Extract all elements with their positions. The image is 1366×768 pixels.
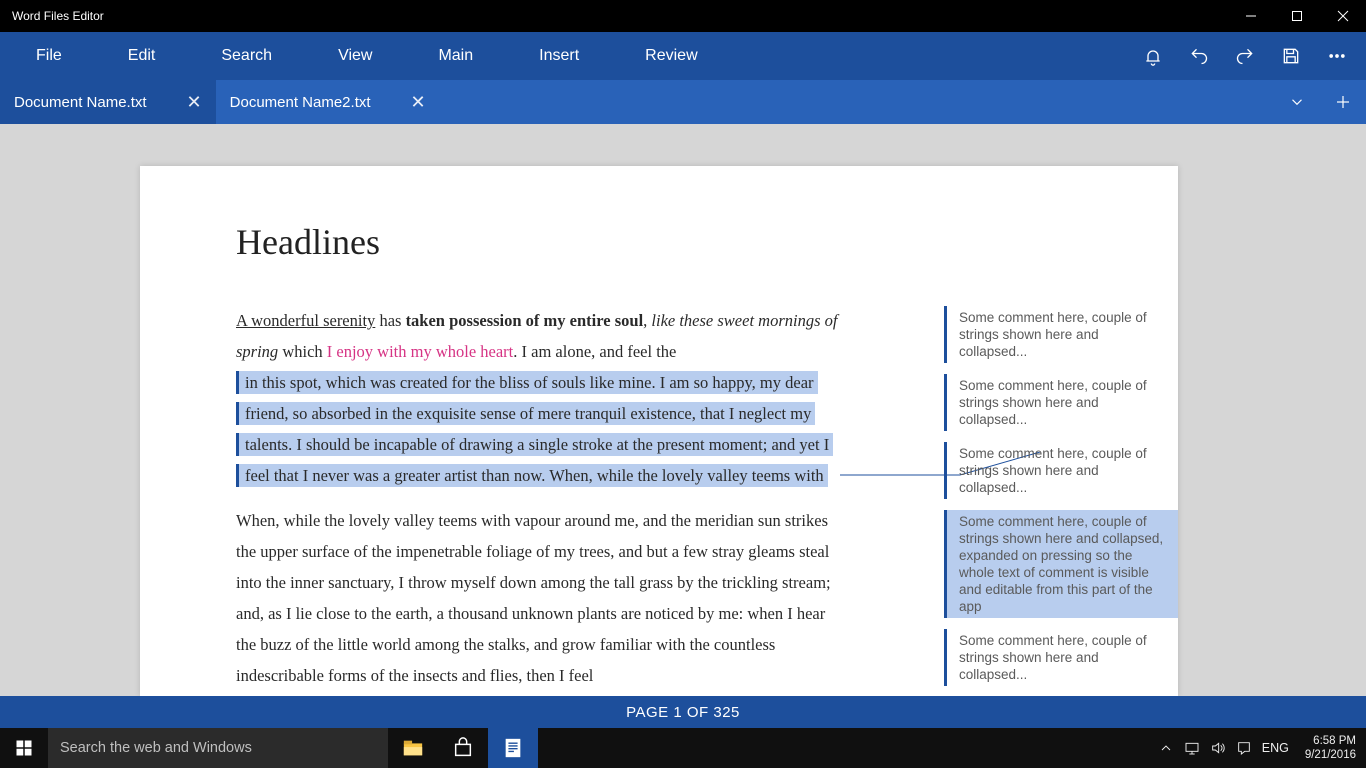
document-tab-label: Document Name.txt [14,94,147,111]
text: which [278,342,327,361]
comment-item[interactable]: Some comment here, couple of strings sho… [944,374,1178,431]
close-button[interactable] [1320,0,1366,32]
status-bar: PAGE 1 OF 325 [0,696,1366,728]
editor-workarea: Headlines A wonderful serenity has taken… [0,124,1366,696]
undo-button[interactable] [1176,32,1222,80]
comment-item[interactable]: Some comment here, couple of strings sho… [944,442,1178,499]
text-selection[interactable]: in this spot, which was created for the … [236,371,833,487]
text: has [375,311,405,330]
document-tab-bar: Document Name.txt ✕ Document Name2.txt ✕ [0,80,1366,124]
comment-item[interactable]: Some comment here, couple of strings sho… [944,306,1178,363]
comment-item[interactable]: Some comment here, couple of strings sho… [944,629,1178,686]
document-heading: Headlines [236,221,838,263]
text-colored: I enjoy with my whole heart [327,342,514,361]
system-tray: ENG 6:58 PM 9/21/2016 [1158,728,1366,768]
comment-item-expanded[interactable]: Some comment here, couple of strings sho… [944,510,1178,618]
menu-bar: File Edit Search View Main Insert Review [0,32,1366,80]
text-underlined: A wonderful serenity [236,311,375,330]
menu-search[interactable]: Search [185,32,302,80]
page-indicator: PAGE 1 OF 325 [626,704,740,721]
start-button[interactable] [0,728,48,768]
menu-file[interactable]: File [0,32,92,80]
bell-icon[interactable] [1130,32,1176,80]
document-paragraph[interactable]: When, while the lovely valley teems with… [236,505,838,691]
menu-main[interactable]: Main [402,32,503,80]
taskbar-store-icon[interactable] [438,728,488,768]
comment-text: Some comment here, couple of strings sho… [959,310,1147,359]
comment-text: Some comment here, couple of strings sho… [959,514,1163,614]
document-tab[interactable]: Document Name.txt ✕ [0,80,216,124]
comment-text: Some comment here, couple of strings sho… [959,446,1147,495]
menu-edit[interactable]: Edit [92,32,186,80]
comment-text: Some comment here, couple of strings sho… [959,633,1147,682]
taskbar-search-input[interactable]: Search the web and Windows [48,728,388,768]
tray-volume-icon[interactable] [1210,740,1226,756]
document-tab[interactable]: Document Name2.txt ✕ [216,80,440,124]
tray-date: 9/21/2016 [1305,748,1356,762]
taskbar-app-icon[interactable] [488,728,538,768]
tray-notifications-icon[interactable] [1236,740,1252,756]
tray-network-icon[interactable] [1184,740,1200,756]
text-bold: taken possession of my entire soul [406,311,644,330]
app-title: Word Files Editor [12,9,104,23]
tray-time: 6:58 PM [1305,734,1356,748]
close-icon[interactable]: ✕ [187,92,202,113]
search-placeholder: Search the web and Windows [60,740,252,756]
text-selected: in this spot, which was created for the … [236,371,833,487]
document-tab-label: Document Name2.txt [230,94,371,111]
new-tab-button[interactable] [1320,80,1366,124]
taskbar-file-explorer-icon[interactable] [388,728,438,768]
window-titlebar: Word Files Editor [0,0,1366,32]
tray-language[interactable]: ENG [1262,741,1289,755]
minimize-button[interactable] [1228,0,1274,32]
tabs-dropdown-button[interactable] [1274,80,1320,124]
redo-button[interactable] [1222,32,1268,80]
menu-review[interactable]: Review [609,32,727,80]
windows-taskbar: Search the web and Windows ENG 6:58 PM 9… [0,728,1366,768]
document-paragraph[interactable]: A wonderful serenity has taken possessio… [236,305,838,491]
tray-clock[interactable]: 6:58 PM 9/21/2016 [1299,734,1362,762]
menu-view[interactable]: View [302,32,402,80]
document-page[interactable]: Headlines A wonderful serenity has taken… [140,166,1178,696]
tray-chevron-up-icon[interactable] [1158,740,1174,756]
more-icon[interactable] [1314,32,1360,80]
comment-text: Some comment here, couple of strings sho… [959,378,1147,427]
menu-insert[interactable]: Insert [503,32,609,80]
comments-panel: Some comment here, couple of strings sho… [944,306,1178,696]
save-button[interactable] [1268,32,1314,80]
maximize-button[interactable] [1274,0,1320,32]
text: . I am alone, and feel the [513,342,676,361]
close-icon[interactable]: ✕ [411,92,426,113]
